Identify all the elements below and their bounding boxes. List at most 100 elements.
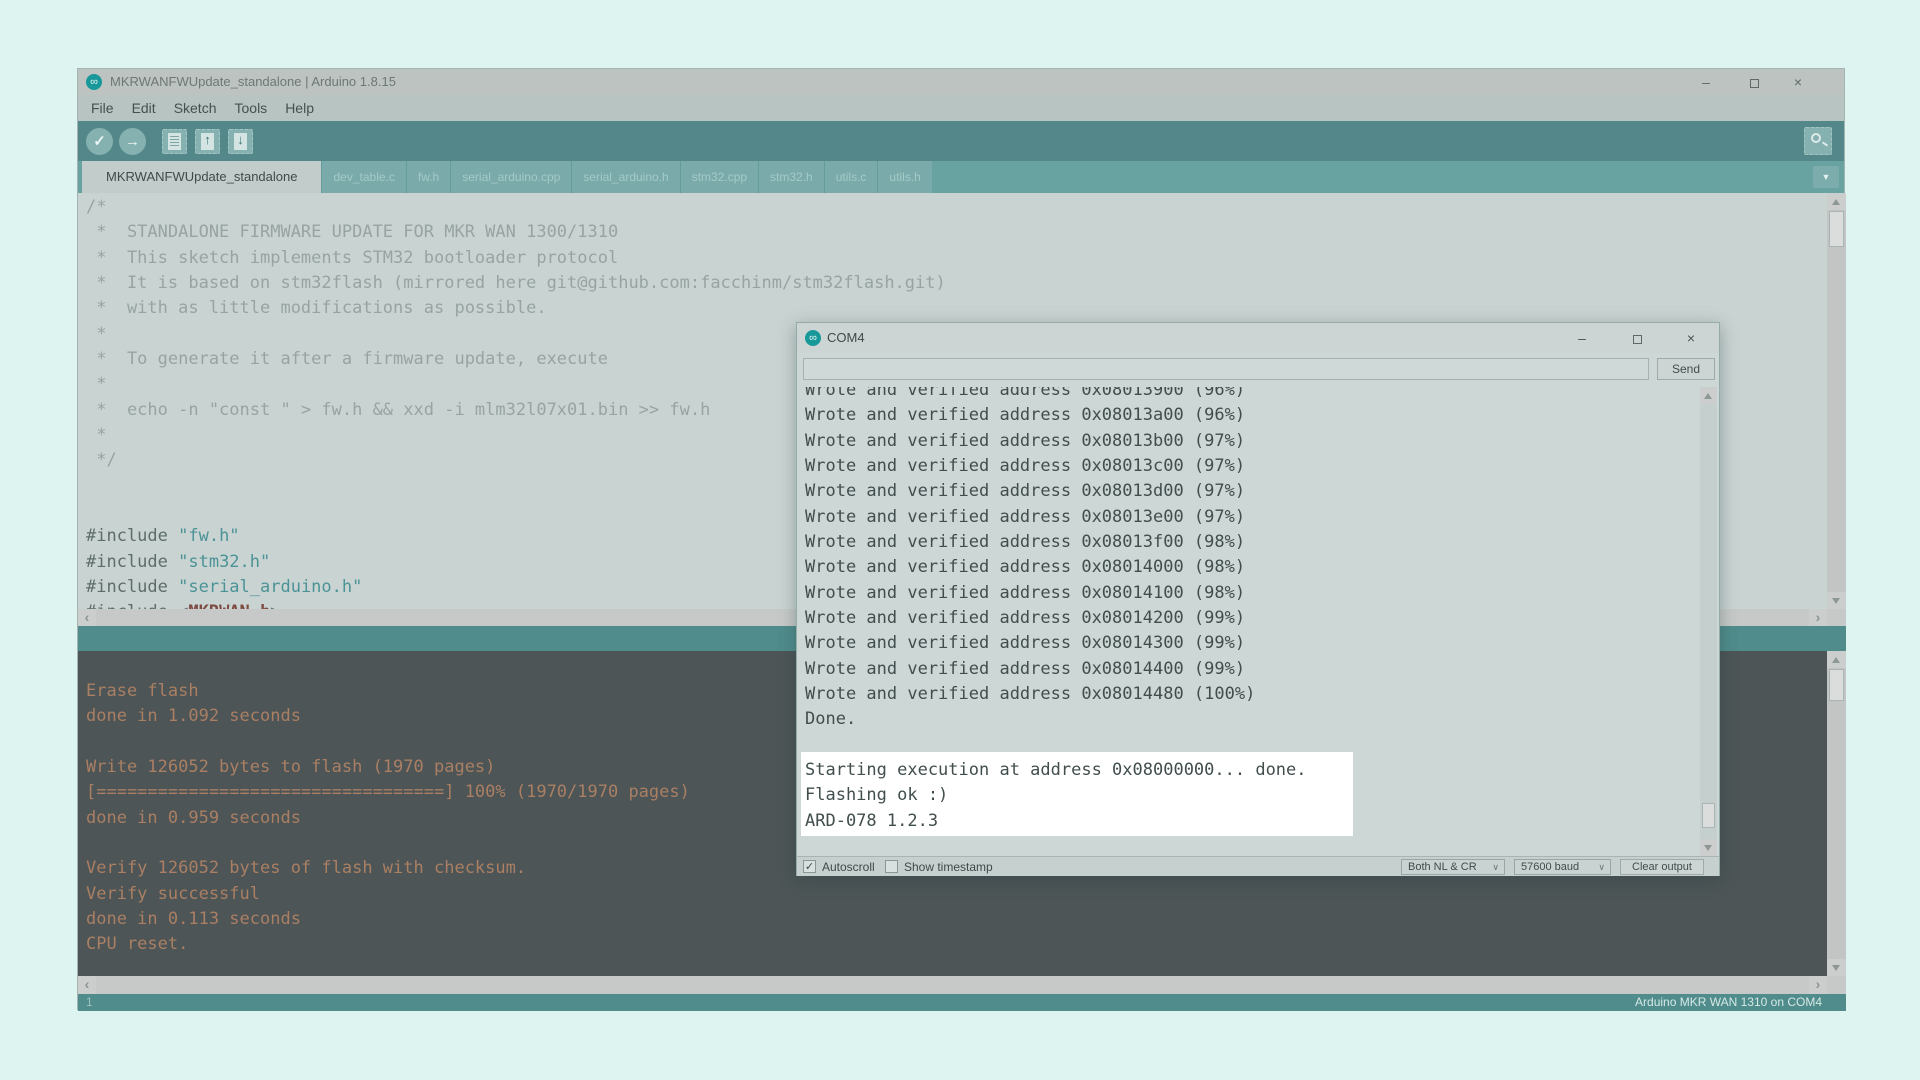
serial-line: Wrote and verified address 0x08013900 (9… <box>805 387 1307 403</box>
magnifier-icon <box>1811 133 1821 143</box>
menu-item[interactable]: Help <box>276 95 323 121</box>
upload-button[interactable]: → <box>119 128 146 155</box>
scroll-down-button[interactable] <box>1700 839 1717 856</box>
scroll-up-button[interactable] <box>1700 387 1717 404</box>
serial-input[interactable] <box>803 358 1649 380</box>
tab[interactable]: utils.c <box>824 161 878 193</box>
arduino-logo-icon: ∞ <box>86 74 102 90</box>
minimize-button[interactable]: – <box>1569 323 1595 353</box>
open-button[interactable]: ↑ <box>195 129 220 154</box>
scroll-down-button[interactable] <box>1827 592 1846 609</box>
code-line: * This sketch implements STM32 bootloade… <box>86 246 946 271</box>
serial-line: Wrote and verified address 0x08013f00 (9… <box>805 530 1307 555</box>
tab[interactable]: stm32.h <box>758 161 824 193</box>
menu-item[interactable]: Tools <box>226 95 277 121</box>
close-button[interactable]: × <box>1678 323 1704 353</box>
serial-line: Wrote and verified address 0x08013c00 (9… <box>805 454 1307 479</box>
tab-bar: MKRWANFWUpdate_standalone dev_table.cfw.… <box>78 161 1844 193</box>
scroll-left-button[interactable]: ‹ <box>78 976 96 994</box>
bottom-horizontal-scrollbar[interactable]: ‹ › <box>78 976 1846 994</box>
scroll-thumb[interactable] <box>1702 803 1715 828</box>
serial-line: ARD-078 1.2.3 <box>805 809 1307 834</box>
chevron-down-icon: ∨ <box>1598 860 1605 874</box>
arrow-up-icon: ↑ <box>196 132 219 147</box>
serial-monitor-bottom-bar: ✓ Autoscroll Show timestamp Both NL & CR… <box>797 856 1719 876</box>
maximize-button[interactable] <box>1624 323 1650 353</box>
console-line: CPU reset. <box>86 932 690 957</box>
scroll-thumb[interactable] <box>1829 669 1844 701</box>
chevron-down-icon: ▼ <box>1822 172 1831 182</box>
desktop: ∞ MKRWANFWUpdate_standalone | Arduino 1.… <box>0 0 1920 1080</box>
console-line: done in 0.113 seconds <box>86 907 690 932</box>
line-ending-select[interactable]: Both NL & CR ∨ <box>1401 859 1505 875</box>
save-button[interactable]: ↓ <box>228 129 253 154</box>
com-port-title: COM4 <box>827 323 865 353</box>
serial-line: Done. <box>805 707 1307 732</box>
menu-item[interactable]: File <box>82 95 123 121</box>
menubar: FileEditSketchToolsHelp <box>78 95 1844 121</box>
code-line: * It is based on stm32flash (mirrored he… <box>86 271 946 296</box>
window-title: MKRWANFWUpdate_standalone | Arduino 1.8.… <box>110 69 396 95</box>
scroll-right-button[interactable]: › <box>1809 609 1827 626</box>
chevron-down-icon: ∨ <box>1492 860 1499 874</box>
tab[interactable]: stm32.cpp <box>680 161 758 193</box>
tab[interactable]: dev_table.c <box>321 161 405 193</box>
scroll-down-button[interactable] <box>1827 959 1846 976</box>
tab-list-dropdown-button[interactable]: ▼ <box>1813 166 1839 188</box>
editor-vertical-scrollbar[interactable] <box>1827 193 1846 609</box>
ide-titlebar: ∞ MKRWANFWUpdate_standalone | Arduino 1.… <box>78 69 1844 95</box>
serial-line: Wrote and verified address 0x08013d00 (9… <box>805 479 1307 504</box>
tab[interactable]: serial_arduino.cpp <box>450 161 571 193</box>
line-ending-value: Both NL & CR <box>1408 861 1477 873</box>
line-number: 1 <box>86 994 93 1011</box>
serial-line <box>805 733 1307 758</box>
scroll-left-button[interactable]: ‹ <box>78 609 96 626</box>
menu-item[interactable]: Sketch <box>165 95 226 121</box>
timestamp-label: Show timestamp <box>904 857 993 877</box>
serial-line: Flashing ok :) <box>805 783 1307 808</box>
tab[interactable]: utils.h <box>877 161 931 193</box>
close-button[interactable]: × <box>1784 69 1812 95</box>
tab-active-sketch[interactable]: MKRWANFWUpdate_standalone <box>82 161 321 193</box>
tab[interactable]: fw.h <box>406 161 450 193</box>
scroll-up-button[interactable] <box>1827 651 1846 668</box>
serial-line: Starting execution at address 0x08000000… <box>805 758 1307 783</box>
maximize-icon <box>1633 335 1642 344</box>
scroll-right-button[interactable]: › <box>1809 976 1827 994</box>
serial-line: Wrote and verified address 0x08014400 (9… <box>805 657 1307 682</box>
scroll-thumb[interactable] <box>1829 211 1844 247</box>
serial-vertical-scrollbar[interactable] <box>1700 387 1717 856</box>
console-line <box>86 831 690 856</box>
console-line: Erase flash <box>86 679 690 704</box>
send-button[interactable]: Send <box>1657 358 1715 380</box>
serial-line: Wrote and verified address 0x08014000 (9… <box>805 555 1307 580</box>
minimize-button[interactable]: – <box>1692 69 1720 95</box>
console-partial-line: — — — <box>86 651 608 661</box>
console-line: Write 126052 bytes to flash (1970 pages) <box>86 755 690 780</box>
menu-item[interactable]: Edit <box>123 95 165 121</box>
maximize-button[interactable] <box>1740 69 1768 95</box>
check-icon: ✓ <box>93 133 106 150</box>
console-line: [==================================] 100… <box>86 780 690 805</box>
toolbar: ✓ → ↑ ↓ <box>78 121 1844 161</box>
scroll-up-button[interactable] <box>1827 193 1846 210</box>
timestamp-checkbox[interactable] <box>885 860 898 873</box>
autoscroll-checkbox[interactable]: ✓ <box>803 860 816 873</box>
console-vertical-scrollbar[interactable] <box>1827 651 1846 976</box>
console-line: done in 0.959 seconds <box>86 806 690 831</box>
tab[interactable]: serial_arduino.h <box>571 161 679 193</box>
arrow-down-icon: ↓ <box>229 132 252 147</box>
new-sketch-button[interactable] <box>162 129 187 154</box>
console-line: done in 1.092 seconds <box>86 704 690 729</box>
serial-line: Wrote and verified address 0x08014200 (9… <box>805 606 1307 631</box>
baud-select[interactable]: 57600 baud ∨ <box>1514 859 1611 875</box>
clear-output-button[interactable]: Clear output <box>1620 859 1704 875</box>
serial-monitor-button[interactable] <box>1804 127 1832 155</box>
baud-value: 57600 baud <box>1521 861 1579 873</box>
serial-line: Wrote and verified address 0x08013a00 (9… <box>805 403 1307 428</box>
code-line: * with as little modifications as possib… <box>86 296 946 321</box>
verify-button[interactable]: ✓ <box>86 128 113 155</box>
serial-monitor-titlebar: ∞ COM4 – × <box>797 323 1719 353</box>
board-status: Arduino MKR WAN 1310 on COM4 <box>1635 994 1822 1011</box>
arrow-right-icon: → <box>125 133 140 150</box>
